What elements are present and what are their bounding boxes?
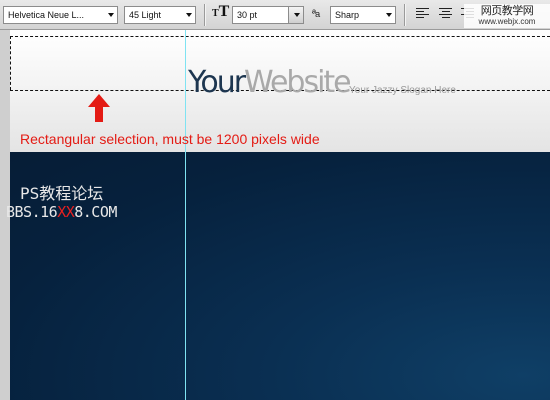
font-style-dropdown[interactable]: 45 Light [124, 6, 196, 24]
forum-watermark-url: BBS.16XX8.COM [6, 203, 117, 221]
font-size-dropdown-button[interactable] [288, 7, 303, 23]
toolbar-divider [404, 4, 406, 26]
toolbar-divider [204, 4, 206, 26]
font-size-combobox[interactable]: 30 pt [232, 6, 304, 24]
antialias-dropdown[interactable]: Sharp [330, 6, 396, 24]
aa-icon: ªa [312, 8, 320, 20]
align-center-icon[interactable] [439, 8, 452, 21]
forum-watermark-title: PS教程论坛 [20, 184, 104, 203]
marquee-selection-top-edge[interactable] [10, 36, 550, 37]
arrow-up-icon [88, 94, 110, 122]
chevron-down-icon [294, 13, 300, 17]
options-toolbar: Helvetica Neue L... 45 Light TT 30 pt ªa… [0, 0, 550, 30]
slogan-text: Your Jazzy Slogan Here [349, 85, 456, 96]
align-left-icon[interactable] [416, 8, 429, 21]
watermark-site-url: www.webjx.com [478, 17, 536, 26]
watermark-url-part: 8.COM [74, 203, 117, 221]
annotation-text: Rectangular selection, must be 1200 pixe… [20, 131, 320, 147]
marquee-selection-left-edge[interactable] [10, 36, 11, 90]
chevron-down-icon [386, 13, 392, 17]
font-family-dropdown[interactable]: Helvetica Neue L... [3, 6, 118, 24]
website-logo: YourWebsite [188, 65, 352, 100]
site-watermark-top: 网页教学网 www.webjx.com [464, 4, 550, 28]
antialias-value: Sharp [335, 10, 360, 20]
document-canvas[interactable]: YourWebsite Your Jazzy Slogan Here Recta… [0, 30, 550, 400]
watermark-url-highlight: XX [57, 203, 75, 221]
logo-text-website: Website [244, 65, 352, 100]
chevron-down-icon [108, 13, 114, 17]
watermark-url-part: BBS.16 [6, 203, 58, 221]
font-style-value: 45 Light [129, 10, 162, 20]
logo-text-your: Your [188, 65, 246, 100]
font-size-value: 30 pt [237, 10, 258, 20]
font-family-value: Helvetica Neue L... [8, 10, 85, 20]
text-size-icon: TT [212, 3, 230, 20]
watermark-site-name: 网页教学网 [480, 4, 534, 17]
vertical-guide-line[interactable] [185, 30, 186, 400]
chevron-down-icon [186, 13, 192, 17]
